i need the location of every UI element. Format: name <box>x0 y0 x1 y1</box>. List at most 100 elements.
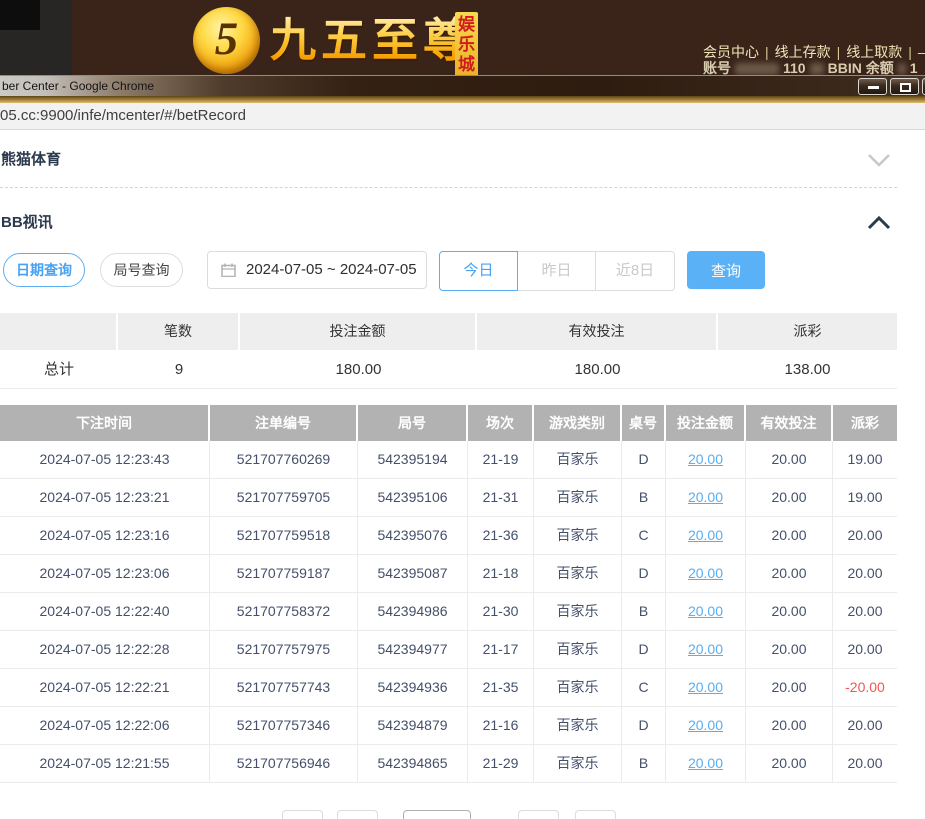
bet-table-header-cell: 投注金额 <box>666 405 746 441</box>
minimize-button[interactable] <box>858 78 887 95</box>
table-cell: 521707757743 <box>210 669 358 706</box>
table-cell: 20.00 <box>666 593 746 630</box>
bet-amount-link[interactable]: 20.00 <box>688 641 723 657</box>
table-cell: 20.00 <box>746 555 833 592</box>
summary-payout: 138.00 <box>718 350 897 389</box>
table-cell: 21-29 <box>468 745 534 782</box>
table-cell: 21-16 <box>468 707 534 744</box>
bet-amount-link[interactable]: 20.00 <box>688 527 723 543</box>
summary-bet-amount: 180.00 <box>240 350 477 389</box>
table-cell: 20.00 <box>666 745 746 782</box>
table-cell: 20.00 <box>746 593 833 630</box>
yesterday-button[interactable]: 昨日 <box>517 251 596 291</box>
table-cell: 19.00 <box>833 441 897 478</box>
table-cell: 20.00 <box>666 441 746 478</box>
summary-header-cell: 派彩 <box>718 313 897 350</box>
table-cell: 2024-07-05 12:23:06 <box>0 555 210 592</box>
table-cell: 521707756946 <box>210 745 358 782</box>
table-cell: 20.00 <box>833 745 897 782</box>
table-cell: 百家乐 <box>534 441 622 478</box>
table-cell: 542394986 <box>358 593 468 630</box>
table-cell: C <box>622 517 666 554</box>
table-cell: 21-36 <box>468 517 534 554</box>
table-cell: 百家乐 <box>534 555 622 592</box>
table-cell: 2024-07-05 12:23:16 <box>0 517 210 554</box>
last-8-days-button[interactable]: 近8日 <box>595 251 675 291</box>
table-cell: 521707758372 <box>210 593 358 630</box>
section-panda-sports[interactable]: 熊猫体育 <box>1 148 61 169</box>
table-cell: 542395087 <box>358 555 468 592</box>
site-logo-emblem: 5 <box>193 7 260 74</box>
table-row: 2024-07-05 12:23:21521707759705542395106… <box>0 479 897 517</box>
bet-amount-link[interactable]: 20.00 <box>688 755 723 771</box>
table-cell: 2024-07-05 12:22:21 <box>0 669 210 706</box>
site-logo-text: 九五至尊 <box>270 13 474 69</box>
today-button[interactable]: 今日 <box>439 251 518 291</box>
bet-amount-link[interactable]: 20.00 <box>688 489 723 505</box>
bet-table-header-cell: 游戏类别 <box>534 405 622 441</box>
maximize-button[interactable] <box>890 78 919 95</box>
table-cell: 百家乐 <box>534 479 622 516</box>
chevron-down-icon[interactable] <box>866 152 892 168</box>
table-cell: 20.00 <box>746 441 833 478</box>
table-cell: 542394936 <box>358 669 468 706</box>
account-info-row: 账号110BBIN 余额1 <box>703 58 925 75</box>
bet-amount-link[interactable]: 20.00 <box>688 565 723 581</box>
url-bar[interactable]: 05.cc:9900/infe/mcenter/#/betRecord <box>0 103 925 130</box>
table-cell: 2024-07-05 12:22:28 <box>0 631 210 668</box>
table-cell: 542395076 <box>358 517 468 554</box>
bet-amount-link[interactable]: 20.00 <box>688 679 723 695</box>
table-cell: 521707760269 <box>210 441 358 478</box>
table-cell: 542395194 <box>358 441 468 478</box>
pagination-button[interactable] <box>282 810 323 819</box>
table-cell: D <box>622 631 666 668</box>
table-cell: 20.00 <box>666 517 746 554</box>
table-cell: 2024-07-05 12:21:55 <box>0 745 210 782</box>
pagination-button[interactable] <box>575 810 616 819</box>
section-divider <box>0 187 897 188</box>
pagination-button[interactable] <box>518 810 559 819</box>
pagination-button[interactable] <box>337 810 378 819</box>
summary-valid-bet: 180.00 <box>477 350 718 389</box>
bet-table-body: 2024-07-05 12:23:43521707760269542395194… <box>0 441 897 783</box>
table-cell: 20.00 <box>666 479 746 516</box>
minimize-icon <box>868 86 879 89</box>
date-range-input[interactable]: 2024-07-05 ~ 2024-07-05 <box>207 251 427 289</box>
table-cell: 21-19 <box>468 441 534 478</box>
bet-table-header-cell: 场次 <box>468 405 534 441</box>
bet-table-header-cell: 有效投注 <box>746 405 833 441</box>
table-cell: 百家乐 <box>534 631 622 668</box>
table-cell: 521707757346 <box>210 707 358 744</box>
window-titlebar[interactable]: ber Center - Google Chrome <box>0 75 925 96</box>
table-cell: 20.00 <box>833 631 897 668</box>
table-cell: D <box>622 707 666 744</box>
table-cell: 20.00 <box>746 707 833 744</box>
pagination-current-page[interactable] <box>403 810 471 819</box>
quick-date-group: 今日 昨日 近8日 <box>439 251 675 291</box>
table-row: 2024-07-05 12:21:55521707756946542394865… <box>0 745 897 783</box>
wallet-label: BBIN 余额 <box>828 60 894 75</box>
table-cell: 19.00 <box>833 479 897 516</box>
table-cell: D <box>622 555 666 592</box>
bet-table-header-cell: 派彩 <box>833 405 897 441</box>
table-cell: -20.00 <box>833 669 897 706</box>
table-cell: B <box>622 593 666 630</box>
summary-total-row: 总计 9 180.00 180.00 138.00 <box>0 350 897 389</box>
bet-amount-link[interactable]: 20.00 <box>688 603 723 619</box>
table-cell: 20.00 <box>746 479 833 516</box>
summary-header-cell: 有效投注 <box>477 313 718 350</box>
table-cell: 20.00 <box>833 707 897 744</box>
section-bb-video[interactable]: BB视讯 <box>1 211 53 232</box>
table-row: 2024-07-05 12:22:06521707757346542394879… <box>0 707 897 745</box>
search-button[interactable]: 查询 <box>687 251 765 289</box>
table-cell: 21-17 <box>468 631 534 668</box>
chevron-up-icon[interactable] <box>866 215 892 231</box>
round-query-tab[interactable]: 局号查询 <box>100 253 183 287</box>
bet-table-header-cell: 桌号 <box>622 405 666 441</box>
maximize-icon <box>900 83 911 92</box>
table-row: 2024-07-05 12:22:21521707757743542394936… <box>0 669 897 707</box>
bet-amount-link[interactable]: 20.00 <box>688 451 723 467</box>
bet-amount-link[interactable]: 20.00 <box>688 717 723 733</box>
date-query-tab[interactable]: 日期查询 <box>3 253 85 287</box>
table-cell: 20.00 <box>746 631 833 668</box>
